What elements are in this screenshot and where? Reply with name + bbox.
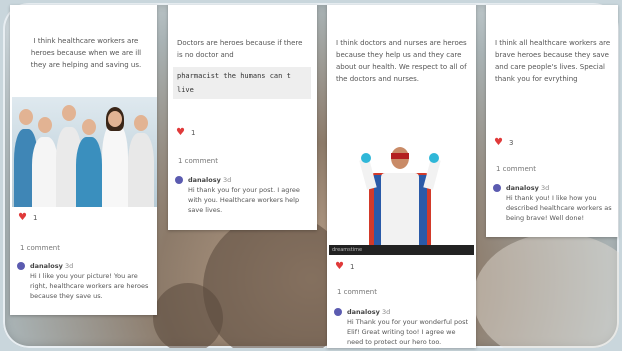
post-card-4[interactable]: I think all healthcare workers are brave… [486,5,618,237]
medical-team-photo-icon[interactable] [12,97,157,207]
heart-icon[interactable]: ♥ [494,138,503,148]
post-code-text: pharmacist the humans can t live [173,67,311,99]
post-card-2[interactable]: Doctors are heroes because if there is n… [168,5,317,230]
comment-time: 3d [381,308,391,316]
comment: danalosy 3d Hi thank you for your post. … [175,175,311,215]
comment-author[interactable]: danalosy [506,184,539,192]
comment-author[interactable]: danalosy [30,262,63,270]
avatar[interactable] [175,176,183,184]
comment-time: 3d [64,262,74,270]
comment-text: Hi thank you! I like how you described h… [506,194,612,222]
like-count: 1 [349,263,355,271]
comment-time: 3d [540,184,550,192]
heart-icon[interactable]: ♥ [335,262,344,272]
like-count: 1 [32,214,38,222]
like-row[interactable]: ♥ 1 [18,212,37,224]
comment-time: 3d [222,176,232,184]
like-count: 1 [190,129,196,137]
post-text: I think all healthcare workers are brave… [495,39,611,83]
avatar[interactable] [493,184,501,192]
image-caption: dreamstime [329,245,474,255]
avatar[interactable] [17,262,25,270]
like-row[interactable]: ♥ 1 [176,127,195,139]
comment-author[interactable]: danalosy [188,176,221,184]
comment-text: Hi thank you for your post. I agree with… [188,186,300,214]
post-text: I think healthcare workers are heroes be… [30,37,142,69]
comment-text: Hi I like you your picture! You are righ… [30,272,149,300]
like-count: 3 [508,139,514,147]
post-card-1[interactable]: I think healthcare workers are heroes be… [10,5,157,315]
comment-text: Hi Thank you for your wonderful post Eli… [347,318,469,346]
comment: danalosy 3d Hi I like you your picture! … [17,261,153,301]
comment: danalosy 3d Hi thank you! I like how you… [493,183,613,223]
comment-count[interactable]: 1 comment [337,286,377,298]
comment: danalosy 3d Hi Thank you for your wonder… [334,307,470,347]
heart-icon[interactable]: ♥ [18,213,27,223]
background-blob [153,283,223,348]
comment-count[interactable]: 1 comment [496,163,536,175]
comment-count[interactable]: 1 comment [178,155,218,167]
comment-author[interactable]: danalosy [347,308,380,316]
post-text: I think doctors and nurses are heroes be… [336,39,467,83]
like-row[interactable]: ♥ 3 [494,137,513,149]
comment-count[interactable]: 1 comment [20,242,60,254]
post-text: Doctors are heroes because if there is n… [177,39,303,59]
post-card-3[interactable]: I think doctors and nurses are heroes be… [327,5,476,348]
heart-icon[interactable]: ♥ [176,128,185,138]
like-row[interactable]: ♥ 1 [335,261,354,273]
background-blob [473,233,619,348]
superhero-doctor-photo-icon[interactable]: dreamstime [329,135,474,255]
avatar[interactable] [334,308,342,316]
